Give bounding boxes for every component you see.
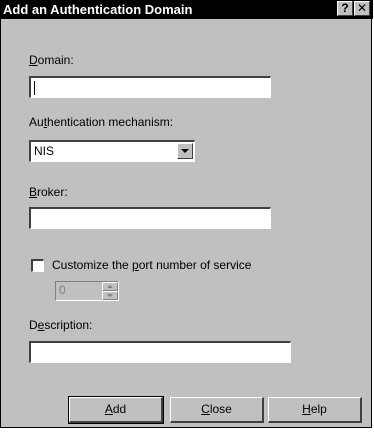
spin-up-icon xyxy=(102,282,118,291)
auth-mechanism-value: NIS xyxy=(34,144,55,158)
customize-port-label[interactable]: Customize the port number of service xyxy=(52,258,251,272)
spinner-buttons xyxy=(102,282,118,300)
domain-input[interactable] xyxy=(29,76,271,98)
customize-port-checkbox[interactable] xyxy=(31,259,44,272)
add-button[interactable]: Add xyxy=(68,396,164,424)
auth-mechanism-select[interactable]: NIS xyxy=(29,140,195,162)
domain-label: Domain: xyxy=(29,53,74,67)
title-bar[interactable]: Add an Authentication Domain ? ✕ xyxy=(1,0,373,19)
help-button[interactable]: Help xyxy=(268,397,362,423)
broker-label: Broker: xyxy=(29,185,68,199)
authentication-domain-dialog: Add an Authentication Domain ? ✕ Domain:… xyxy=(0,0,373,428)
text-caret xyxy=(34,80,35,95)
spin-down-icon xyxy=(102,291,118,300)
port-number-value: 0 xyxy=(59,283,66,297)
close-button[interactable]: Close xyxy=(170,397,264,423)
chevron-down-icon[interactable] xyxy=(177,143,193,159)
help-icon[interactable]: ? xyxy=(337,1,353,16)
dialog-title: Add an Authentication Domain xyxy=(3,2,193,17)
description-input[interactable] xyxy=(29,341,291,363)
auth-mechanism-label: Authentication mechanism: xyxy=(29,115,174,129)
port-number-spinner: 0 xyxy=(55,281,119,301)
description-label: Description: xyxy=(29,318,93,332)
close-icon[interactable]: ✕ xyxy=(354,1,370,16)
broker-input[interactable] xyxy=(29,207,271,229)
